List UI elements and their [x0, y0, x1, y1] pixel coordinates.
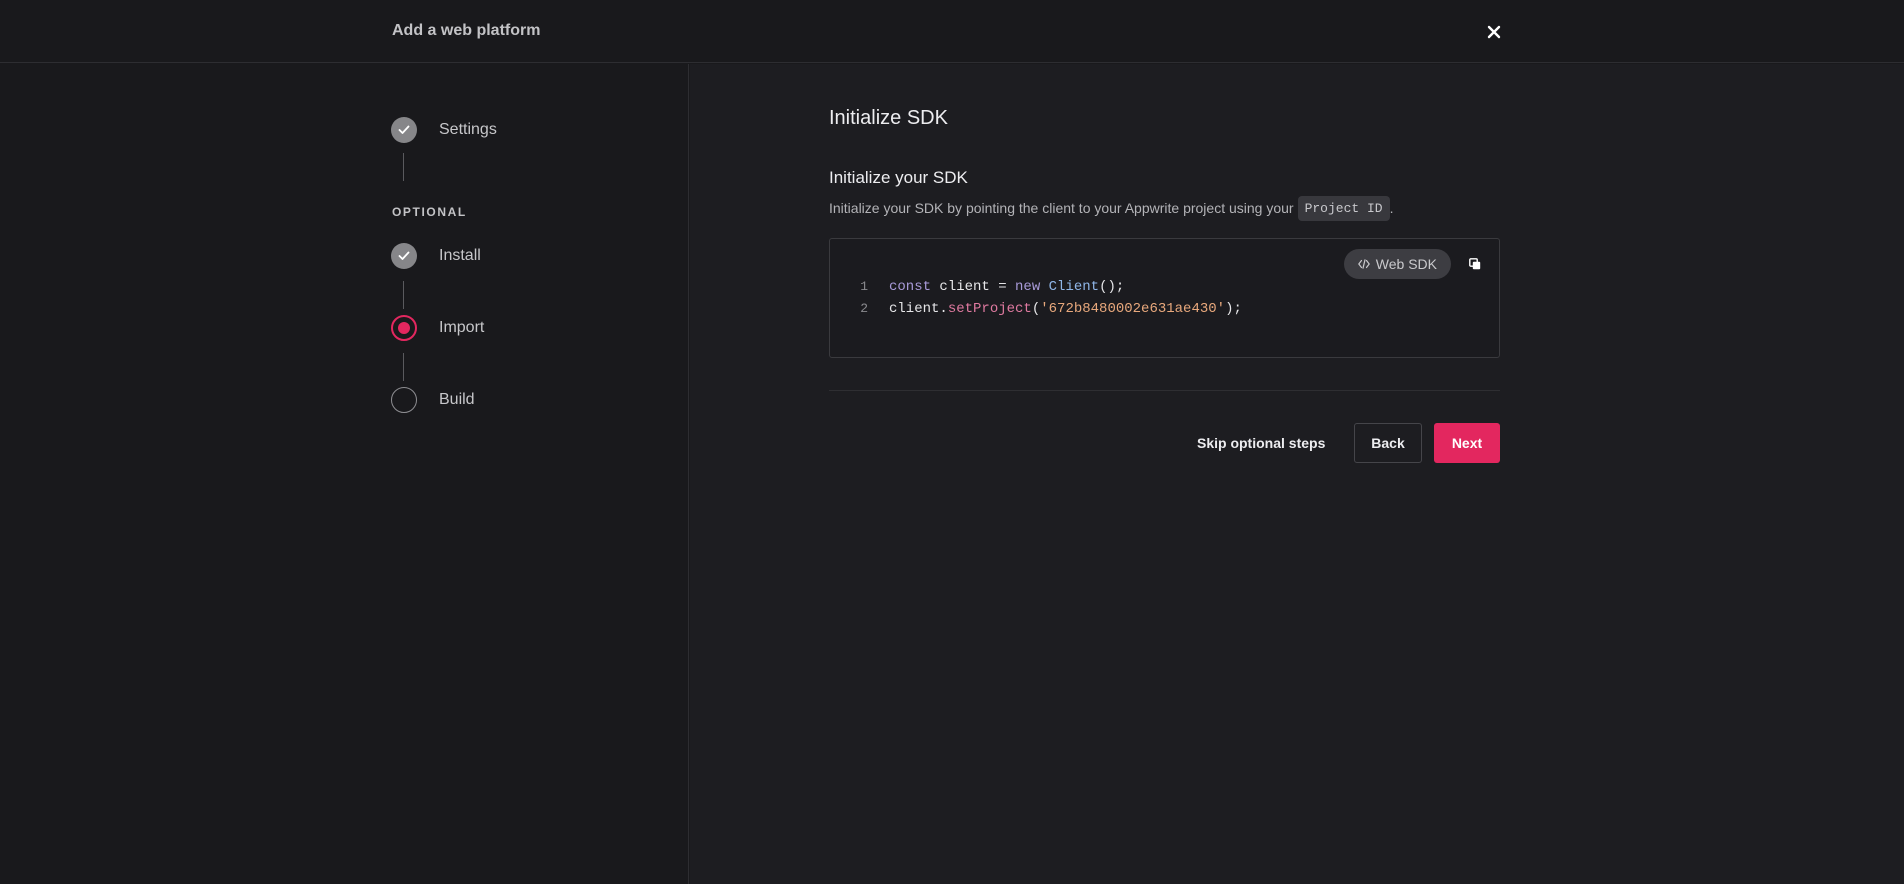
- optional-section-label: OPTIONAL: [392, 205, 467, 219]
- copy-button[interactable]: [1465, 254, 1485, 274]
- step-label: Import: [439, 319, 485, 336]
- modal-title: Add a web platform: [392, 22, 541, 39]
- step-label: Install: [439, 247, 481, 264]
- token-function: setProject: [947, 301, 1032, 317]
- step-connector: [403, 281, 404, 309]
- token-plain: (: [1031, 301, 1041, 317]
- section-title: Initialize your SDK: [829, 168, 968, 187]
- check-icon: [398, 125, 410, 134]
- project-id-tag: Project ID: [1297, 195, 1390, 221]
- code-icon: [1357, 259, 1370, 269]
- token-string: '672b8480002e631ae430': [1040, 301, 1226, 317]
- page-title: Initialize SDK: [829, 107, 948, 129]
- skip-optional-steps-button[interactable]: Skip optional steps: [1183, 423, 1339, 463]
- divider: [829, 390, 1500, 391]
- token-class: Client: [1048, 279, 1100, 295]
- sdk-selector[interactable]: Web SDK: [1343, 249, 1451, 279]
- line-number: 2: [860, 301, 868, 316]
- step-import[interactable]: Import: [391, 315, 484, 341]
- check-icon: [398, 251, 410, 260]
- section-description: Initialize your SDK by pointing the clie…: [829, 193, 1393, 223]
- token-plain: ();: [1099, 279, 1125, 295]
- modal-header: Add a web platform: [0, 0, 1904, 63]
- step-label: Build: [439, 391, 475, 408]
- back-button[interactable]: Back: [1354, 423, 1422, 463]
- token-keyword: new: [1015, 279, 1041, 295]
- next-button[interactable]: Next: [1434, 423, 1500, 463]
- token-plain: client.: [889, 301, 948, 317]
- step-install[interactable]: Install: [391, 243, 481, 269]
- token-plain: client =: [931, 279, 1016, 295]
- code-line: 1 const client = new Client();: [830, 279, 1124, 295]
- step-done-indicator: [391, 117, 417, 143]
- step-build[interactable]: Build: [391, 387, 475, 413]
- step-label: Settings: [439, 121, 497, 138]
- description-text: Initialize your SDK by pointing the clie…: [829, 200, 1294, 216]
- description-end: .: [1389, 200, 1394, 216]
- step-settings[interactable]: Settings: [391, 117, 497, 143]
- step-done-indicator: [391, 243, 417, 269]
- close-button[interactable]: [1482, 20, 1506, 44]
- step-connector: [403, 153, 404, 181]
- step-current-indicator: [391, 315, 417, 341]
- close-icon: [1487, 25, 1501, 39]
- token-plain: );: [1225, 301, 1242, 317]
- code-text: client.setProject('672b8480002e631ae430'…: [889, 301, 1242, 317]
- step-todo-indicator: [391, 387, 417, 413]
- copy-icon: [1469, 258, 1481, 270]
- code-snippet: Web SDK 1 const client = new Client(); 2…: [829, 238, 1500, 358]
- code-text: const client = new Client();: [889, 279, 1124, 295]
- step-connector: [403, 353, 404, 381]
- code-line: 2 client.setProject('672b8480002e631ae43…: [830, 301, 1242, 317]
- sdk-label: Web SDK: [1375, 256, 1437, 272]
- line-number: 1: [860, 279, 868, 294]
- current-dot-icon: [398, 322, 410, 334]
- wizard-sidebar: [0, 64, 689, 884]
- token-keyword: const: [889, 279, 932, 295]
